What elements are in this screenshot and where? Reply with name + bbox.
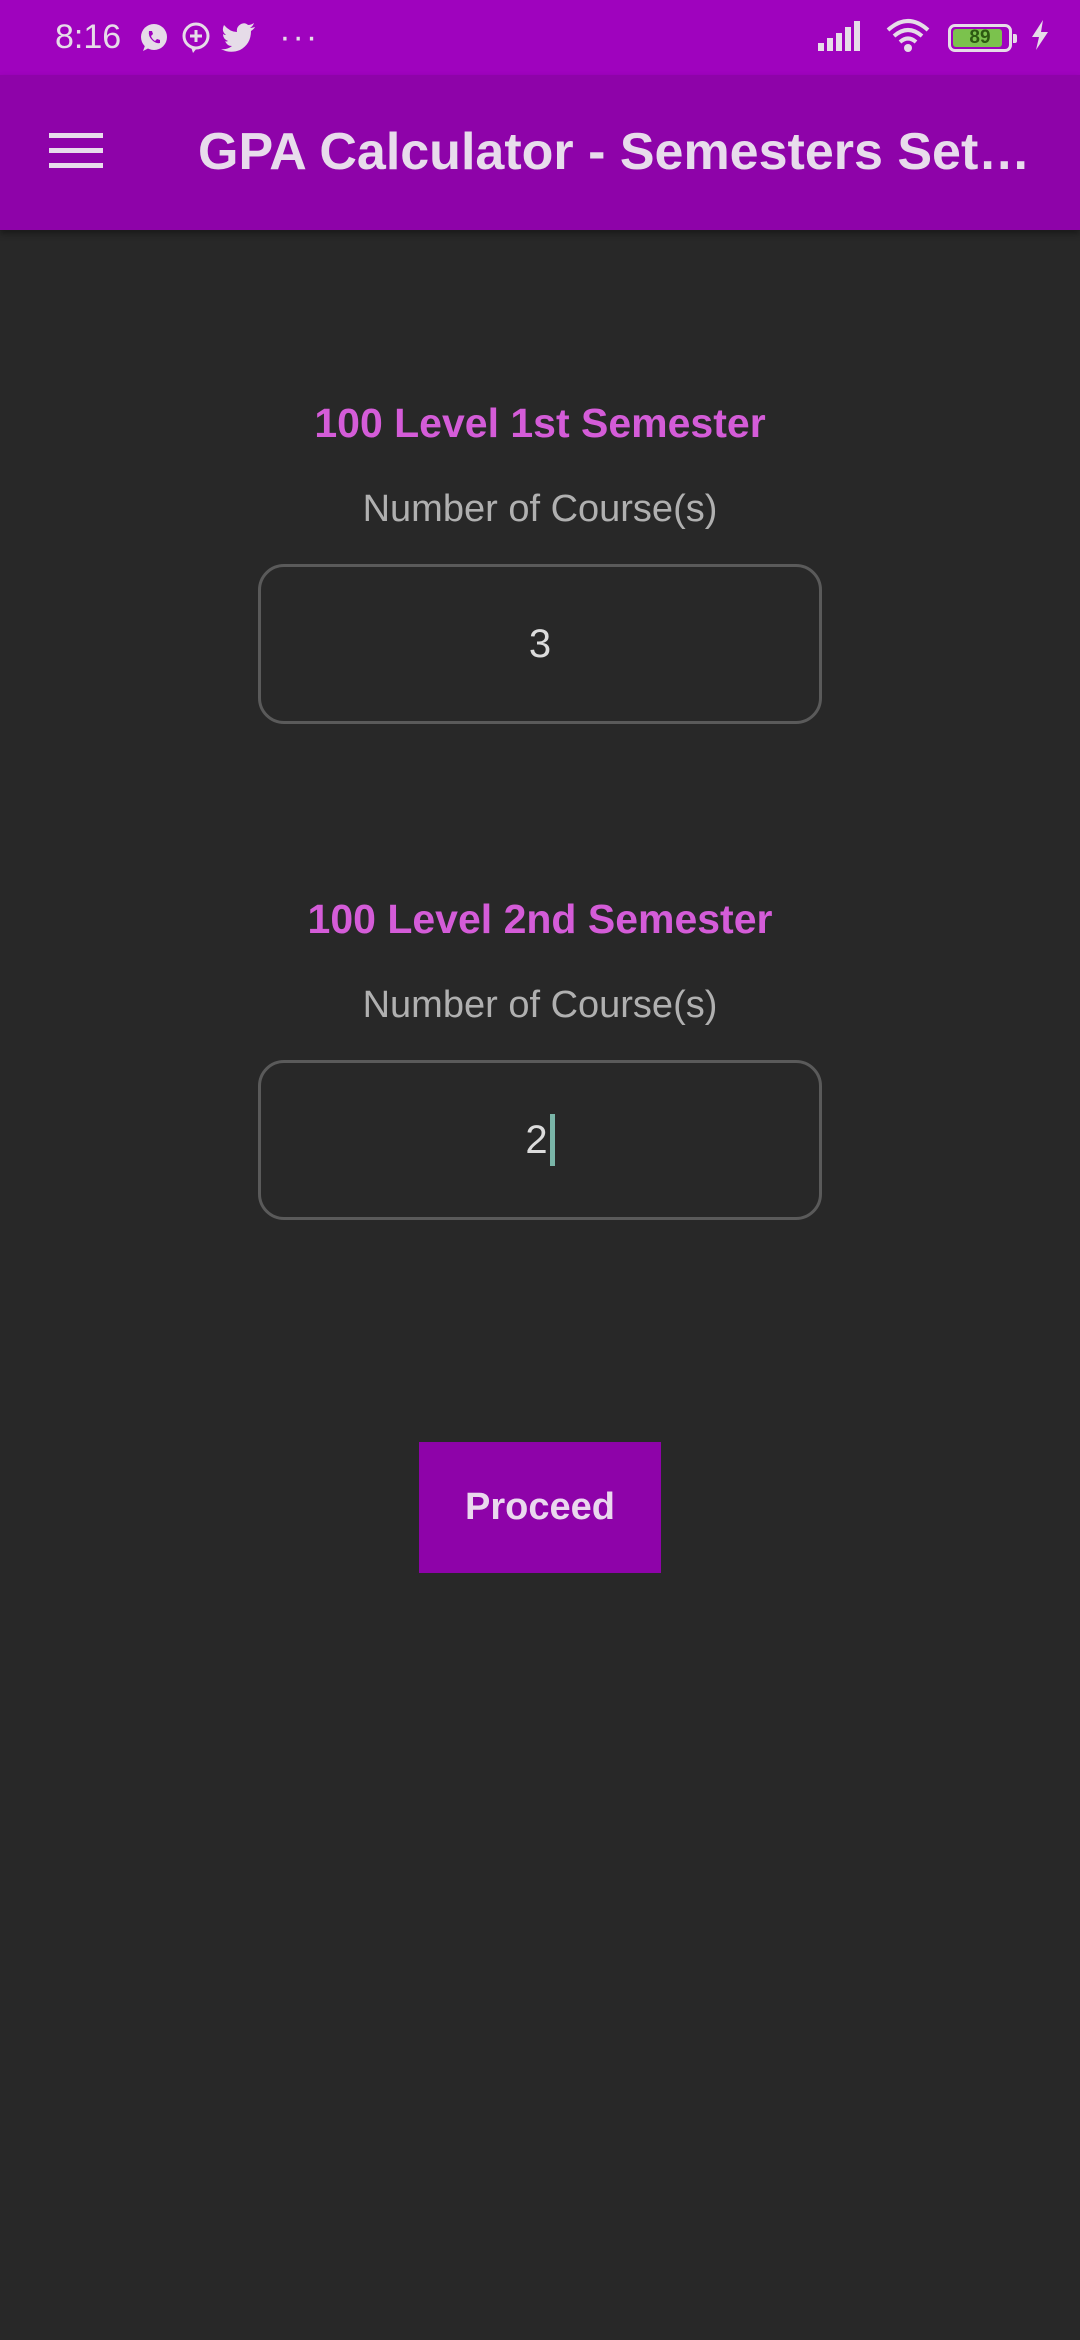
status-bar: 8:16 ··· 89 (0, 0, 1080, 75)
course-count-input-2[interactable]: 2 (258, 1060, 822, 1220)
more-dots-icon: ··· (279, 18, 320, 56)
status-right: 89 (818, 0, 1050, 75)
semester-title-1: 100 Level 1st Semester (314, 400, 766, 446)
hamburger-menu-icon[interactable] (36, 115, 116, 187)
course-count-value-2: 2 (525, 1117, 548, 1162)
battery-tip (1013, 33, 1017, 43)
status-left: 8:16 ··· (55, 0, 319, 75)
battery-level: 89 (969, 26, 991, 48)
wifi-icon (886, 18, 930, 57)
twitter-icon (221, 22, 257, 53)
page-title: GPA Calculator - Semesters Set… (198, 123, 1031, 181)
course-count-label-1: Number of Course(s) (362, 488, 718, 530)
course-count-label-2: Number of Course(s) (362, 984, 718, 1026)
chat-plus-icon (179, 21, 213, 55)
charging-icon (1030, 20, 1050, 55)
signal-icon (818, 19, 868, 56)
course-count-value-1: 3 (528, 621, 552, 666)
course-count-input-1[interactable]: 3 (258, 564, 822, 724)
text-cursor (549, 1114, 555, 1166)
status-time: 8:16 (55, 18, 122, 56)
proceed-button[interactable]: Proceed (419, 1442, 661, 1573)
battery-icon: 89 (948, 23, 1017, 52)
app-bar: GPA Calculator - Semesters Set… (0, 75, 1080, 230)
semester-title-2: 100 Level 2nd Semester (307, 896, 773, 942)
whatsapp-icon (137, 21, 171, 55)
